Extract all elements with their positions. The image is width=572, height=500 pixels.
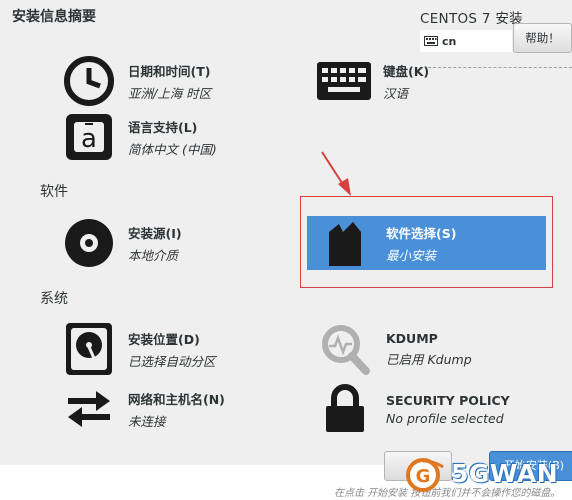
spoke-date-time[interactable]: 日期和时间(T) 亚洲/上海 时区	[60, 52, 211, 110]
spoke-status: 已选择自动分区	[128, 353, 216, 369]
spoke-security-policy[interactable]: SECURITY POLICY No profile selected	[316, 380, 510, 438]
spoke-status: 亚洲/上海 时区	[128, 85, 212, 101]
svg-text:a: a	[81, 124, 97, 154]
clock-icon	[60, 52, 118, 110]
spoke-status: No profile selected	[386, 410, 504, 426]
annotation-arrow-icon	[321, 151, 351, 196]
spoke-kdump[interactable]: KDUMP 已启用 Kdump	[316, 320, 472, 378]
spoke-title: 键盘(K)	[383, 63, 430, 79]
spoke-status: 本地介质	[128, 247, 179, 263]
lock-icon	[316, 380, 374, 438]
disc-icon	[60, 214, 118, 272]
language-icon: a	[60, 108, 118, 166]
spoke-keyboard[interactable]: 键盘(K) 汉语	[315, 52, 429, 110]
spoke-installation-source[interactable]: 安装源(I) 本地介质	[60, 214, 182, 272]
annotation-highlight-box	[300, 196, 553, 288]
keyboard-small-icon	[424, 36, 438, 46]
spoke-status: 未连接	[128, 413, 166, 429]
keyboard-layout-indicator[interactable]: cn	[420, 30, 512, 52]
spoke-status: 已启用 Kdump	[386, 351, 472, 367]
spoke-title: SECURITY POLICY	[386, 392, 510, 408]
spoke-network-hostname[interactable]: 网络和主机名(N) 未连接	[60, 380, 225, 438]
spoke-title: 安装位置(D)	[128, 331, 200, 347]
spoke-title: KDUMP	[386, 330, 438, 346]
help-button[interactable]: 帮助！	[513, 23, 572, 53]
section-header-system: 系统	[40, 291, 68, 307]
spoke-title: 语言支持(L)	[128, 119, 198, 135]
spoke-title: 安装源(I)	[128, 225, 182, 241]
network-icon	[60, 380, 118, 438]
section-header-software: 软件	[40, 184, 68, 200]
watermark-text: 5GWAN	[451, 458, 559, 488]
kdump-icon	[316, 320, 374, 378]
watermark-logo-icon: G	[406, 458, 444, 492]
keyboard-icon	[315, 52, 373, 110]
spoke-title: 网络和主机名(N)	[128, 391, 225, 407]
spoke-installation-destination[interactable]: 安装位置(D) 已选择自动分区	[60, 320, 216, 378]
product-title: CENTOS 7 安装	[420, 11, 523, 27]
spoke-language-support[interactable]: a 语言支持(L) 简体中文 (中国)	[60, 108, 217, 166]
watermark: G 5GWAN	[403, 453, 558, 493]
svg-text:G: G	[416, 466, 431, 487]
keyboard-layout-label: cn	[442, 34, 457, 48]
page-title: 安装信息摘要	[12, 9, 96, 25]
spoke-status: 汉语	[383, 85, 409, 101]
divider	[428, 67, 572, 68]
spoke-status: 简体中文 (中国)	[128, 141, 217, 157]
harddisk-icon	[60, 320, 118, 378]
spoke-title: 日期和时间(T)	[128, 63, 211, 79]
